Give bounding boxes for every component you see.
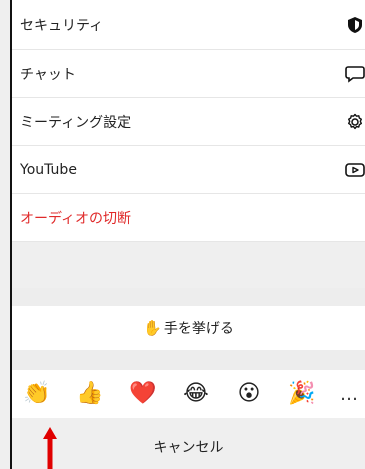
raised-hand-icon: ✋ <box>143 319 162 337</box>
action-sheet: セキュリティ チャット ミーティング設定 YouTube オーディオの切断 ✋ … <box>0 0 365 469</box>
menu-item-security[interactable]: セキュリティ <box>12 0 365 50</box>
cancel-button[interactable]: キャンセル <box>12 424 365 469</box>
cancel-label: キャンセル <box>153 439 224 456</box>
chat-bubble-icon <box>345 64 365 84</box>
more-reactions-button[interactable]: … <box>340 384 359 405</box>
menu-item-chat[interactable]: チャット <box>12 50 365 98</box>
menu-item-meeting-settings[interactable]: ミーティング設定 <box>12 98 365 146</box>
clap-reaction-icon[interactable]: 👏 <box>22 379 52 409</box>
surprised-reaction-icon[interactable]: 😮 <box>234 379 264 409</box>
joy-reaction-icon[interactable]: 😂 <box>181 379 211 409</box>
heart-reaction-icon[interactable]: ❤️ <box>128 379 158 409</box>
thumbs-up-reaction-icon[interactable]: 👍 <box>75 379 105 409</box>
menu-item-label: オーディオの切断 <box>20 210 132 227</box>
raise-hand-label: 手を挙げる <box>163 321 234 337</box>
annotation-arrow-icon <box>43 427 57 469</box>
menu-item-label: チャット <box>20 66 76 83</box>
menu-item-label: セキュリティ <box>20 17 104 34</box>
party-popper-reaction-icon[interactable]: 🎉 <box>287 379 317 409</box>
raise-hand-button[interactable]: ✋ 手を挙げる <box>12 306 365 350</box>
section-gap <box>12 350 365 370</box>
reaction-bar: 👏 👍 ❤️ 😂 😮 🎉 … <box>12 370 365 418</box>
gear-icon <box>345 112 365 132</box>
menu-list: セキュリティ チャット ミーティング設定 YouTube オーディオの切断 <box>12 0 365 242</box>
menu-item-disconnect-audio[interactable]: オーディオの切断 <box>12 194 365 242</box>
menu-item-label: YouTube <box>20 161 77 178</box>
shield-icon <box>345 15 365 35</box>
menu-item-youtube[interactable]: YouTube <box>12 146 365 194</box>
section-gap <box>12 288 365 306</box>
youtube-icon <box>345 160 365 180</box>
menu-item-label: ミーティング設定 <box>20 114 132 131</box>
